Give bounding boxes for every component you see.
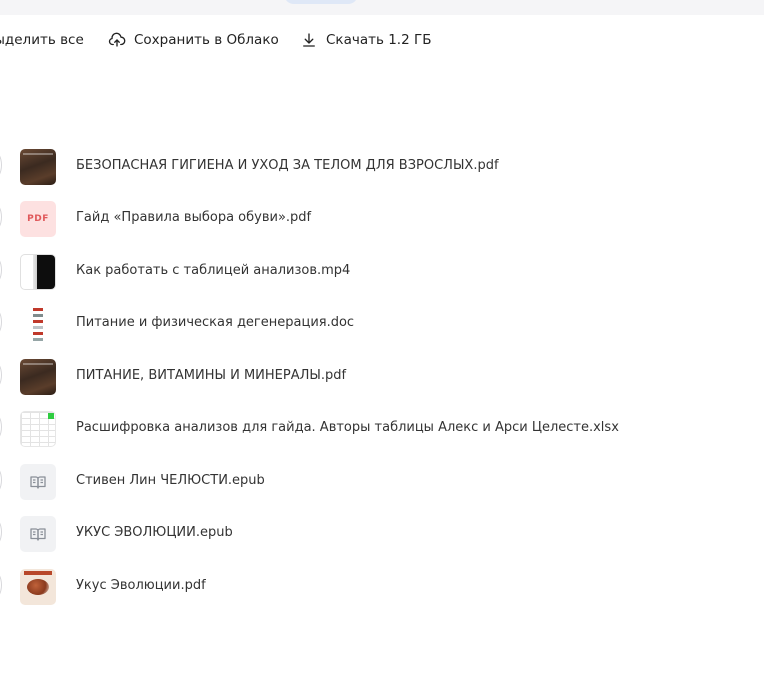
save-to-cloud-label: Сохранить в Облако xyxy=(134,32,279,48)
list-item[interactable]: УКУС ЭВОЛЮЦИИ.epub xyxy=(0,512,764,556)
save-to-cloud-button[interactable]: Сохранить в Облако xyxy=(108,28,279,52)
select-checkbox[interactable] xyxy=(0,360,2,390)
select-checkbox[interactable] xyxy=(0,202,2,232)
select-checkbox[interactable] xyxy=(0,570,2,600)
pdf-icon: PDF xyxy=(20,201,56,237)
file-name: БЕЗОПАСНАЯ ГИГИЕНА И УХОД ЗА ТЕЛОМ ДЛЯ В… xyxy=(76,158,499,173)
list-item[interactable]: Как работать с таблицей анализов.mp4 xyxy=(0,250,764,294)
select-checkbox[interactable] xyxy=(0,465,2,495)
select-all-button[interactable]: Выделить все xyxy=(0,28,84,52)
selection-toolbar: Выделить все Сохранить в Облако Скачать … xyxy=(0,28,764,52)
top-bar xyxy=(0,0,764,15)
book-icon xyxy=(20,516,56,552)
book-icon xyxy=(20,464,56,500)
list-item[interactable]: БЕЗОПАСНАЯ ГИГИЕНА И УХОД ЗА ТЕЛОМ ДЛЯ В… xyxy=(0,145,764,189)
file-name: Как работать с таблицей анализов.mp4 xyxy=(76,263,351,278)
document-thumbnail xyxy=(20,306,56,342)
download-icon xyxy=(303,33,315,47)
top-tab-indicator xyxy=(284,0,358,4)
book-cover-thumbnail xyxy=(20,569,56,605)
download-label: Скачать 1.2 ГБ xyxy=(326,32,432,48)
select-checkbox[interactable] xyxy=(0,517,2,547)
select-checkbox[interactable] xyxy=(0,307,2,337)
select-checkbox[interactable] xyxy=(0,255,2,285)
list-item[interactable]: Расшифровка анализов для гайда. Авторы т… xyxy=(0,407,764,451)
file-name: Гайд «Правила выбора обуви».pdf xyxy=(76,210,312,225)
list-item[interactable]: PDF Гайд «Правила выбора обуви».pdf xyxy=(0,197,764,241)
list-item[interactable]: Питание и физическая дегенерация.doc xyxy=(0,302,764,346)
cloud-upload-icon xyxy=(108,32,126,47)
file-name: Питание и физическая дегенерация.doc xyxy=(76,315,355,330)
video-thumbnail xyxy=(20,254,56,290)
pdf-badge-label: PDF xyxy=(27,214,49,224)
file-name: Укус Эволюции.pdf xyxy=(76,578,206,593)
download-button[interactable]: Скачать 1.2 ГБ xyxy=(300,28,431,52)
book-cover-thumbnail xyxy=(20,149,56,185)
select-checkbox[interactable] xyxy=(0,150,2,180)
list-item[interactable]: ПИТАНИЕ, ВИТАМИНЫ И МИНЕРАЛЫ.pdf xyxy=(0,355,764,399)
select-all-label: Выделить все xyxy=(0,32,84,48)
spreadsheet-thumbnail xyxy=(20,411,56,447)
select-checkbox[interactable] xyxy=(0,412,2,442)
file-name: УКУС ЭВОЛЮЦИИ.epub xyxy=(76,525,233,540)
book-cover-thumbnail xyxy=(20,359,56,395)
list-item[interactable]: Стивен Лин ЧЕЛЮСТИ.epub xyxy=(0,460,764,504)
file-name: ПИТАНИЕ, ВИТАМИНЫ И МИНЕРАЛЫ.pdf xyxy=(76,368,347,383)
file-name: Стивен Лин ЧЕЛЮСТИ.epub xyxy=(76,473,265,488)
list-item[interactable]: Укус Эволюции.pdf xyxy=(0,565,764,609)
file-name: Расшифровка анализов для гайда. Авторы т… xyxy=(76,420,619,435)
